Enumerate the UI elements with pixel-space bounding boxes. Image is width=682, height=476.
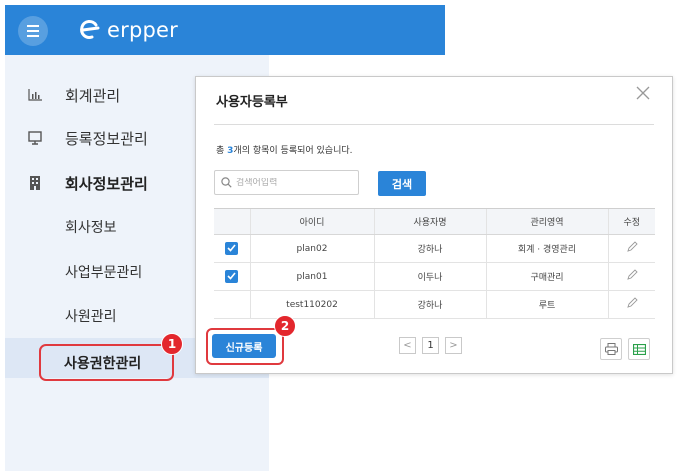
row-checkbox[interactable] bbox=[225, 269, 239, 283]
cell-area: 구매관리 bbox=[485, 262, 608, 291]
excel-button[interactable] bbox=[628, 338, 650, 360]
checkmark-icon bbox=[227, 244, 236, 252]
app-logo: erpper bbox=[77, 15, 178, 45]
prev-page-button[interactable]: < bbox=[399, 337, 416, 354]
step-badge-1: 1 bbox=[161, 333, 183, 355]
users-table: 아이디 사용자명 관리영역 수정 plan02 강하나 회계 · 경영관리 pl… bbox=[214, 208, 655, 319]
table-header-row: 아이디 사용자명 관리영역 수정 bbox=[214, 208, 655, 235]
cell-name: 강하나 bbox=[373, 290, 486, 319]
logo-text: erpper bbox=[107, 18, 178, 42]
new-register-button[interactable]: 신규등록 bbox=[212, 334, 276, 358]
step-badge-2: 2 bbox=[274, 315, 296, 337]
pencil-icon[interactable] bbox=[626, 269, 638, 281]
col-id: 아이디 bbox=[249, 208, 374, 235]
cell-area: 루트 bbox=[485, 290, 608, 319]
sidebar-sub-permissions-label[interactable]: 사용권한관리 bbox=[64, 353, 141, 373]
print-button[interactable] bbox=[600, 338, 622, 360]
sidebar-item-label: 회계관리 bbox=[65, 86, 121, 105]
search-input[interactable] bbox=[236, 177, 351, 188]
col-edit: 수정 bbox=[607, 208, 655, 235]
sidebar-item-label: 등록정보관리 bbox=[65, 129, 148, 148]
modal-divider bbox=[214, 124, 654, 125]
pencil-icon[interactable] bbox=[626, 241, 638, 253]
sidebar-item-label: 회사정보관리 bbox=[65, 174, 148, 193]
modal-title: 사용자등록부 bbox=[216, 95, 288, 110]
cell-name: 강하나 bbox=[373, 234, 486, 263]
table-row: plan02 강하나 회계 · 경영관리 bbox=[214, 234, 655, 263]
hamburger-icon[interactable] bbox=[18, 16, 48, 46]
pagination: < 1 > bbox=[399, 337, 462, 354]
count-prefix: 총 bbox=[216, 146, 228, 156]
spreadsheet-icon bbox=[632, 343, 646, 355]
search-field bbox=[214, 170, 359, 195]
cell-id: plan01 bbox=[249, 262, 374, 291]
table-row: test110202 강하나 루트 bbox=[214, 290, 655, 319]
close-icon[interactable] bbox=[634, 86, 652, 104]
col-username: 사용자명 bbox=[373, 208, 486, 235]
row-checkbox[interactable] bbox=[225, 241, 239, 255]
logo-e-icon bbox=[80, 20, 100, 39]
item-count-text: 총 3개의 항목이 등록되어 있습니다. bbox=[216, 143, 353, 156]
checkmark-icon bbox=[227, 272, 236, 280]
user-register-modal: 사용자등록부 총 3개의 항목이 등록되어 있습니다. 검색 아이디 사용자명 … bbox=[195, 76, 673, 374]
pencil-icon[interactable] bbox=[626, 297, 638, 309]
page-1-button[interactable]: 1 bbox=[422, 337, 439, 354]
table-row: plan01 이두나 구매관리 bbox=[214, 262, 655, 291]
bar-chart-icon bbox=[25, 85, 45, 105]
cell-id: test110202 bbox=[249, 290, 374, 319]
next-page-button[interactable]: > bbox=[445, 337, 462, 354]
printer-icon bbox=[604, 343, 618, 355]
search-icon bbox=[221, 177, 232, 188]
cell-name: 이두나 bbox=[373, 262, 486, 291]
top-header: erpper bbox=[5, 5, 445, 55]
cell-area: 회계 · 경영관리 bbox=[485, 234, 608, 263]
app-root: erpper 회계관리 등록정보관리 회사정보관리 회사정보 사업부문관리 사원… bbox=[0, 0, 682, 476]
col-checkbox bbox=[214, 208, 250, 235]
col-area: 관리영역 bbox=[485, 208, 608, 235]
monitor-icon bbox=[25, 128, 45, 148]
building-icon bbox=[25, 173, 45, 193]
cell-id: plan02 bbox=[249, 234, 374, 263]
row-checkbox[interactable] bbox=[225, 297, 238, 310]
search-button[interactable]: 검색 bbox=[378, 171, 426, 196]
count-suffix: 개의 항목이 등록되어 있습니다. bbox=[233, 146, 353, 156]
